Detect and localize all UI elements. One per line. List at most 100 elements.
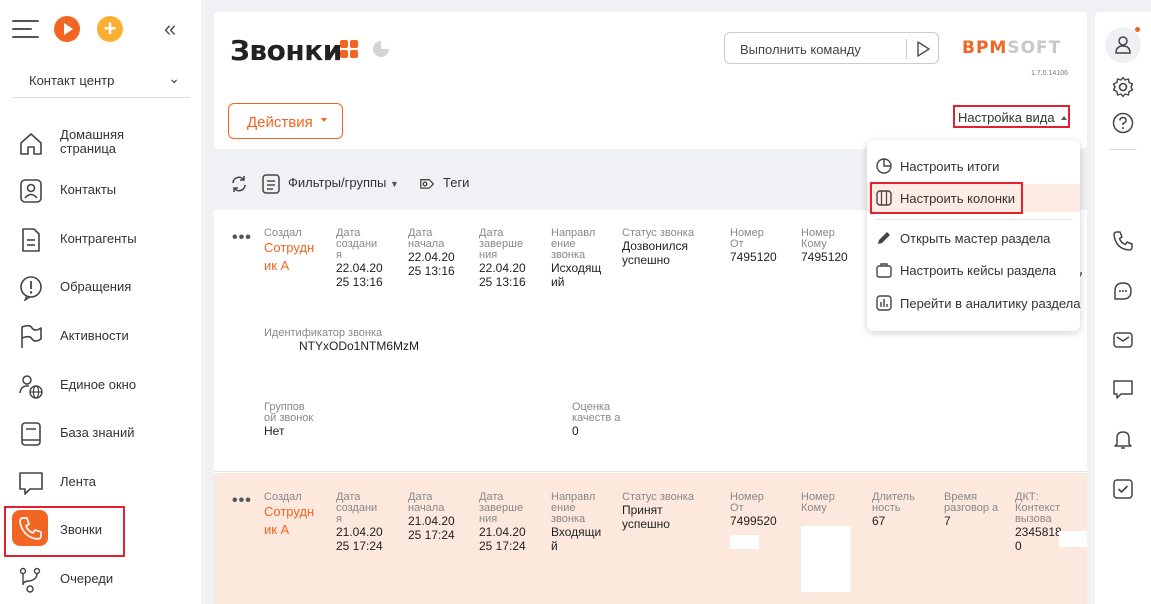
sidebar-item-contacts[interactable]: Контакты [0,166,201,214]
created-date-cell: Дата создани я 21.04.20 25 17:24 [336,491,383,554]
filter-list-icon [262,174,280,194]
add-icon[interactable]: + [97,16,123,42]
tasks-icon[interactable] [1112,478,1134,500]
bell-icon[interactable] [1112,428,1134,450]
home-icon [20,133,42,155]
created-date-cell: Дата создани я 22.04.20 25 13:16 [336,227,383,290]
direction-cell: Направл ение звонка Входящи й [551,491,602,554]
command-placeholder: Выполнить команду [740,42,861,57]
contact-icon [20,179,42,203]
divider [906,39,907,59]
queue-icon [19,567,41,593]
sidebar-item-label: Домашняя страница [60,127,125,156]
actions-label: Действия [247,114,313,131]
sidebar-item-label: Контрагенты [60,231,137,246]
message-icon[interactable] [1112,378,1134,400]
sidebar-item-accounts[interactable]: Контрагенты [0,215,201,263]
profile-button[interactable] [1105,27,1141,63]
sidebar-item-knowledge-base[interactable]: База знаний [0,409,201,457]
caret-down-icon: ▼ [390,179,399,189]
menu-item-label: Настроить итоги [900,159,1000,174]
chat-icon [19,472,43,495]
caret-down-icon [321,118,327,122]
menu-item-go-to-analytics[interactable]: Перейти в аналитику раздела [867,289,1080,317]
group-call-cell: Группов ой звонок Нет [264,401,314,439]
collapse-sidebar-icon[interactable]: « [164,16,176,42]
sidebar-item-label: База знаний [60,425,135,440]
sidebar-item-label: Контакты [60,182,117,197]
person-globe-icon [19,375,43,399]
sidebar-item-label: Очереди [60,571,114,586]
tags-button[interactable]: Теги [443,175,469,190]
mail-icon[interactable] [1112,329,1134,351]
direction-cell: Направл ение звонка Исходящ ий [551,227,602,290]
sidebar-item-calls[interactable]: Звонки [0,506,201,554]
talk-time-cell: Время разговор а7 [944,491,999,529]
redacted-area [1059,531,1087,547]
end-date-cell: Дата заверше ния 22.04.20 25 13:16 [479,227,526,290]
from-number-cell: Номер От 7495120 [730,227,777,265]
created-by-link[interactable]: Сотрудн ик А [264,503,320,539]
grid-view-icon[interactable] [340,40,360,60]
columns-icon [876,190,892,206]
row-menu-icon[interactable]: ••• [232,229,252,247]
redacted-area [730,535,759,549]
pie-chart-icon [876,158,892,174]
menu-item-label: Настроить кейсы раздела [900,263,1057,278]
pencil-icon [878,232,890,244]
user-icon [1115,36,1131,54]
version-label: 1.7.0.14106 [1031,70,1068,77]
view-settings-menu: Настроить итоги Настроить колонки Открыт… [867,140,1080,331]
flag-icon [21,324,42,348]
chat-bubble-icon[interactable] [1112,280,1134,302]
right-panel [1095,12,1151,604]
status-cell: Статус звонка Дозвонился успешно [622,227,694,268]
row-menu-icon[interactable]: ••• [232,492,252,510]
sidebar-item-label: Лента [60,474,96,489]
created-by-cell: Создал Сотрудн ик А [264,492,330,539]
end-date-cell: Дата заверше ния 21.04.20 25 17:24 [479,491,526,554]
document-icon [22,228,40,252]
sidebar-item-activities[interactable]: Активности [0,312,201,360]
gear-icon[interactable] [1112,76,1134,98]
sidebar-item-single-window[interactable]: Единое окно [0,361,201,409]
created-by-link[interactable]: Сотрудн ик А [264,239,320,275]
divider [1109,149,1137,150]
sidebar-item-cases[interactable]: Обращения [0,263,201,311]
run-command-icon[interactable] [916,41,930,57]
analytics-icon [876,295,892,311]
command-input[interactable]: Выполнить команду [724,32,939,64]
start-date-cell: Дата начала 22.04.20 25 13:16 [408,227,455,279]
menu-item-open-section-wizard[interactable]: Открыть мастер раздела [867,224,1080,252]
filters-groups-button[interactable]: Фильтры/группы ▼ [288,175,399,190]
sidebar-item-label: Единое окно [60,377,137,392]
menu-divider [875,219,1072,220]
sidebar-item-home[interactable]: Домашняя страница [0,119,201,167]
hamburger-menu-icon[interactable] [12,20,39,38]
sidebar-item-queues[interactable]: Очереди [0,555,201,603]
table-row-selected[interactable]: ••• Создал Сотрудн ик А Дата создани я 21.… [214,473,1087,604]
menu-item-configure-columns[interactable]: Настроить колонки [867,184,1080,212]
view-settings-button[interactable]: Настройка вида [958,110,1067,125]
caret-up-icon [1060,116,1067,120]
menu-item-configure-cases[interactable]: Настроить кейсы раздела [867,256,1080,284]
menu-item-configure-totals[interactable]: Настроить итоги [867,152,1080,180]
actions-button[interactable]: Действия [228,103,343,139]
play-icon[interactable] [54,16,80,42]
page-title: Звонки [230,34,342,67]
help-icon[interactable] [1112,112,1134,134]
to-number-cell: Номер Кому 7495120 [801,227,848,265]
menu-item-label: Настроить колонки [900,191,1016,206]
menu-item-label: Перейти в аналитику раздела [900,296,1081,311]
workplace-label: Контакт центр [29,73,115,88]
call-id-cell: Идентификатор звонка NTYxODo1NTM6MzM [264,327,420,354]
refresh-icon[interactable] [230,175,248,193]
workplace-select[interactable]: Контакт центр ⌄ [12,64,190,98]
sidebar-item-feed[interactable]: Лента [0,458,201,506]
phone-icon [19,517,42,540]
phone-icon[interactable] [1112,230,1134,252]
menu-item-label: Открыть мастер раздела [900,231,1051,246]
bpmsoft-logo: BPMSOFT [962,38,1062,58]
analytics-view-icon[interactable] [372,40,390,58]
briefcase-icon [876,263,892,278]
